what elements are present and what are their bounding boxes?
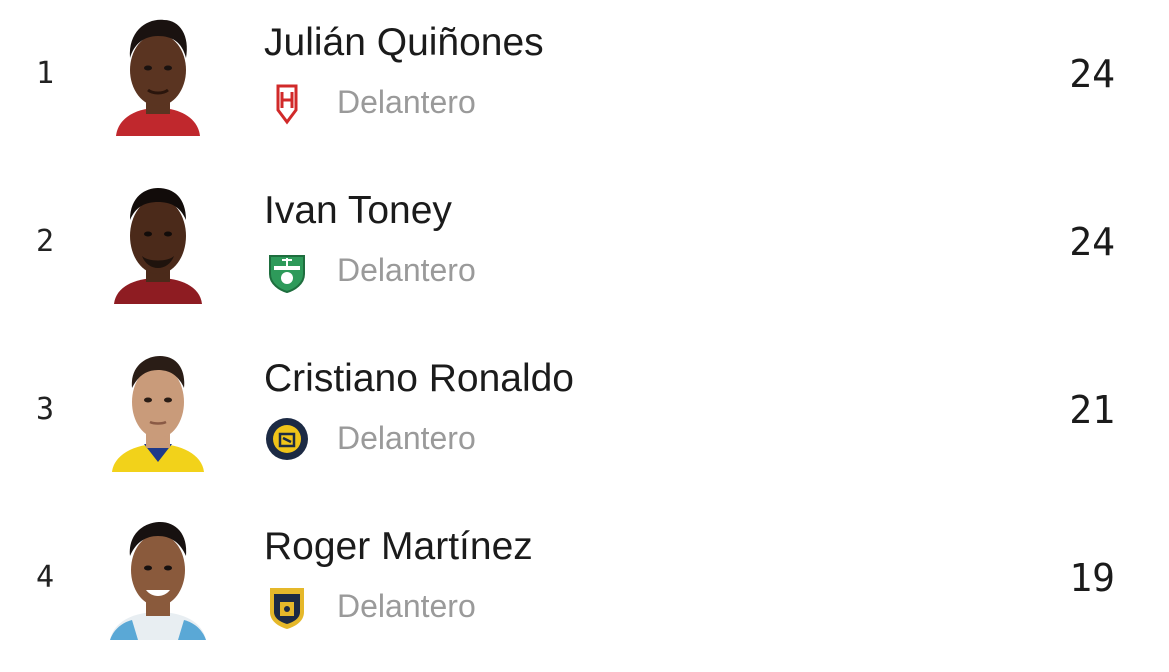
list-item[interactable]: 3 Cristiano Ronaldo Delantero 21 bbox=[0, 336, 1169, 504]
player-name[interactable]: Cristiano Ronaldo bbox=[264, 356, 574, 402]
goals-count: 19 bbox=[1069, 556, 1115, 600]
rank-number: 3 bbox=[36, 392, 55, 427]
player-photo bbox=[108, 512, 208, 640]
club-crest-icon[interactable] bbox=[264, 416, 310, 462]
player-photo bbox=[108, 344, 208, 472]
club-crest-icon[interactable] bbox=[264, 248, 310, 294]
list-item[interactable]: 4 Roger Martínez Delantero 19 bbox=[0, 504, 1169, 672]
player-photo bbox=[108, 8, 208, 136]
rank-number: 1 bbox=[36, 56, 55, 91]
player-position: Delantero bbox=[337, 420, 476, 456]
player-name[interactable]: Julián Quiñones bbox=[264, 20, 544, 66]
player-position: Delantero bbox=[337, 588, 476, 624]
list-item[interactable]: 2 Ivan Toney Delantero 24 bbox=[0, 168, 1169, 336]
scorers-list: 1 Julián Quiñones Delantero 24 2 Ivan To… bbox=[0, 0, 1169, 658]
rank-number: 2 bbox=[36, 224, 55, 259]
player-name[interactable]: Roger Martínez bbox=[264, 524, 533, 570]
player-photo bbox=[108, 176, 208, 304]
player-position: Delantero bbox=[337, 252, 476, 288]
goals-count: 24 bbox=[1069, 52, 1115, 96]
goals-count: 21 bbox=[1069, 388, 1115, 432]
rank-number: 4 bbox=[36, 560, 55, 595]
club-crest-icon[interactable] bbox=[264, 80, 310, 126]
goals-count: 24 bbox=[1069, 220, 1115, 264]
club-crest-icon[interactable] bbox=[264, 584, 310, 630]
list-item[interactable]: 1 Julián Quiñones Delantero 24 bbox=[0, 0, 1169, 168]
player-position: Delantero bbox=[337, 84, 476, 120]
player-name[interactable]: Ivan Toney bbox=[264, 188, 452, 234]
